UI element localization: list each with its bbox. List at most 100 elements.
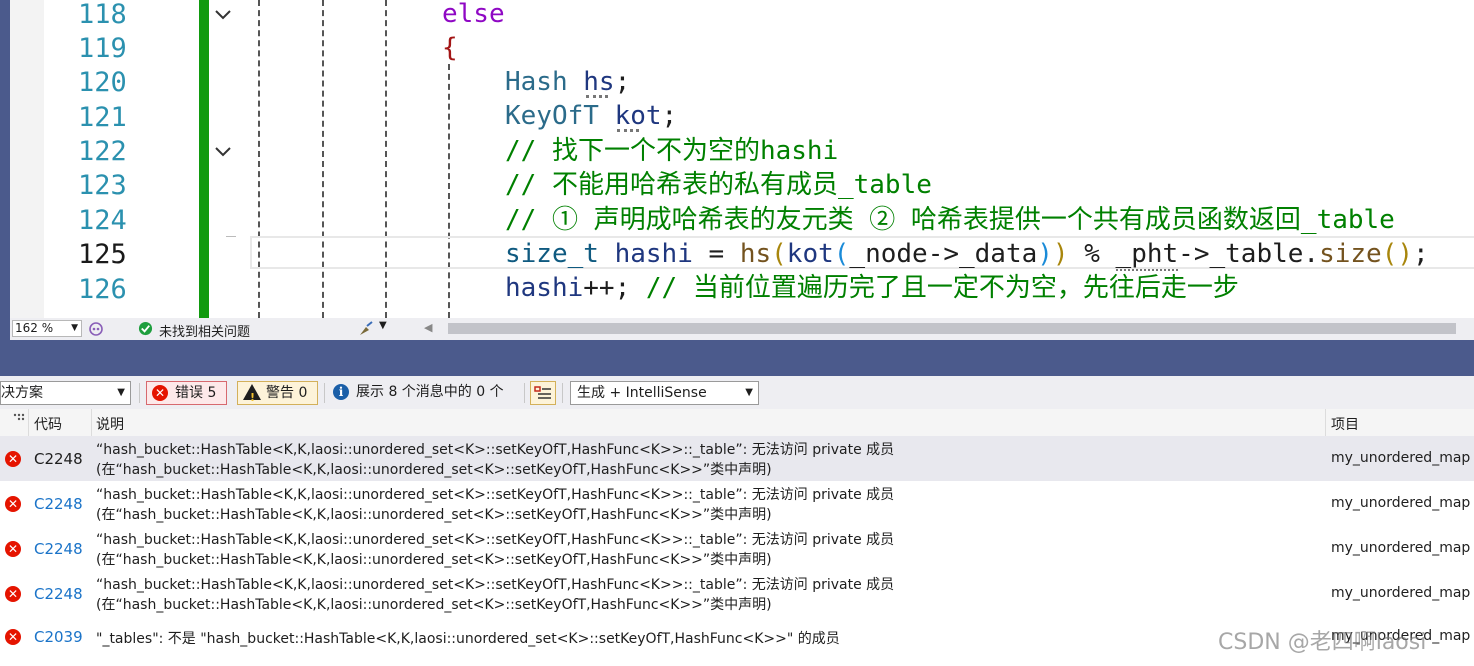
line-number: 124 xyxy=(78,205,127,236)
suggestion-dots xyxy=(586,91,608,98)
error-description: “hash_bucket::HashTable<K,K,laosi::unord… xyxy=(96,530,894,570)
code-line-122[interactable]: // 找下一个不为空的hashi xyxy=(505,134,838,168)
operator: ++; xyxy=(583,273,646,303)
paren: ) xyxy=(1052,239,1069,269)
filter-toggle-button[interactable] xyxy=(530,381,556,405)
table-row[interactable]: ✕ C2248 “hash_bucket::HashTable<K,K,laos… xyxy=(0,481,1474,526)
line-number: 118 xyxy=(78,0,127,30)
column-separator[interactable] xyxy=(28,409,29,436)
error-code-link[interactable]: C2248 xyxy=(34,495,83,513)
indent-guide xyxy=(448,64,450,318)
line-number: 119 xyxy=(78,33,127,64)
zoom-level-dropdown[interactable]: 162 % ▼ xyxy=(12,320,82,337)
zoom-value: 162 % xyxy=(15,321,54,335)
operator: = xyxy=(692,239,740,269)
column-options-icon[interactable] xyxy=(13,413,25,423)
code-line-118[interactable]: else xyxy=(442,0,505,31)
messages-filter-button[interactable]: i 展示 8 个消息中的 0 个 xyxy=(330,381,520,405)
code-editor[interactable]: 118 119 120 121 122 123 124 125 126 else… xyxy=(0,0,1474,318)
error-icon: ✕ xyxy=(152,385,168,401)
table-row[interactable]: ✕ C2248 “hash_bucket::HashTable<K,K,laos… xyxy=(0,526,1474,571)
errors-count: 错误 5 xyxy=(175,385,217,401)
description-line: “hash_bucket::HashTable<K,K,laosi::unord… xyxy=(96,487,895,503)
error-project: my_unordered_map xyxy=(1331,585,1471,601)
line-number: 121 xyxy=(78,102,127,133)
line-number: 123 xyxy=(78,170,127,201)
code-line-123[interactable]: // 不能用哈希表的私有成员_table xyxy=(505,168,932,202)
function-call: hs xyxy=(739,239,772,269)
comment: // 当前位置遍历完了且一定不为空，先往后走一步 xyxy=(645,273,1239,303)
column-separator[interactable] xyxy=(91,409,92,436)
line-number: 122 xyxy=(78,136,127,167)
description-line: “hash_bucket::HashTable<K,K,laosi::unord… xyxy=(96,577,895,593)
warnings-count: 警告 0 xyxy=(266,385,308,401)
toolbar-separator xyxy=(324,383,325,403)
description-line: (在“hash_bucket::HashTable<K,K,laosi::uno… xyxy=(96,507,772,523)
variable: hashi xyxy=(505,273,584,303)
copilot-icon[interactable] xyxy=(88,321,104,337)
errors-filter-button[interactable]: ✕ 错误 5 xyxy=(146,381,227,405)
horizontal-scrollbar[interactable] xyxy=(448,323,1456,334)
error-project: my_unordered_map xyxy=(1331,495,1471,511)
type-name: KeyOfT xyxy=(505,101,599,131)
error-code-link[interactable]: C2039 xyxy=(34,628,83,646)
fold-chevron-icon[interactable] xyxy=(213,4,233,24)
watermark: CSDN @老四啊laosi xyxy=(1218,630,1427,655)
warning-icon: ! xyxy=(243,384,261,404)
scope-dropdown[interactable]: 决方案 ▼ xyxy=(0,381,131,405)
error-description: “hash_bucket::HashTable<K,K,laosi::unord… xyxy=(96,485,894,525)
column-header-project[interactable]: 项目 xyxy=(1331,414,1359,434)
build-source-dropdown[interactable]: 生成 + IntelliSense ▼ xyxy=(570,381,759,405)
error-description: "_tables": 不是 "hash_bucket::HashTable<K,… xyxy=(96,629,840,649)
table-row[interactable]: ✕ C2248 “hash_bucket::HashTable<K,K,laos… xyxy=(0,436,1474,481)
table-row[interactable]: ✕ C2248 “hash_bucket::HashTable<K,K,laos… xyxy=(0,571,1474,616)
code-line-124[interactable]: // ① 声明成哈希表的友元类 ② 哈希表提供一个共有成员函数返回_table xyxy=(505,203,1395,237)
code-cleanup-brush-icon[interactable] xyxy=(357,321,375,337)
description-line: (在“hash_bucket::HashTable<K,K,laosi::uno… xyxy=(96,597,772,613)
error-icon: ✕ xyxy=(5,541,21,557)
error-code-link[interactable]: C2248 xyxy=(34,540,83,558)
description-line: “hash_bucket::HashTable<K,K,laosi::unord… xyxy=(96,442,895,458)
error-icon: ✕ xyxy=(5,586,21,602)
indent-guide xyxy=(385,0,387,318)
messages-count: 展示 8 个消息中的 0 个 xyxy=(356,384,504,400)
suggestion-dots xyxy=(617,125,639,132)
error-list-toolbar: 决方案 ▼ ✕ 错误 5 ! 警告 0 i 展示 8 个消息中的 0 个 生成 + In… xyxy=(0,376,1474,409)
error-code-link[interactable]: C2248 xyxy=(34,585,83,603)
editor-status-bar: 162 % ▼ 未找到相关问题 ▼ ◀ xyxy=(10,318,1474,340)
toolbar-separator xyxy=(524,383,525,403)
column-header-description[interactable]: 说明 xyxy=(96,414,124,434)
paren: ( xyxy=(833,239,850,269)
issues-status-text[interactable]: 未找到相关问题 xyxy=(159,321,250,340)
type-name: size_t xyxy=(505,239,599,269)
paren: ) xyxy=(1037,239,1053,269)
dropdown-arrow-icon[interactable]: ▼ xyxy=(379,320,387,331)
code-line-125[interactable]: size_t hashi = hs(kot(_node->_data)) % _… xyxy=(505,237,1429,271)
code-line-120[interactable]: Hash hs; xyxy=(505,65,630,99)
column-separator[interactable] xyxy=(1325,409,1326,436)
code-line-121[interactable]: KeyOfT kot; xyxy=(505,99,677,133)
fold-chevron-icon[interactable] xyxy=(213,141,233,161)
dropdown-arrow-icon: ▼ xyxy=(117,387,125,398)
error-icon: ✕ xyxy=(5,496,21,512)
column-header-code[interactable]: 代码 xyxy=(34,414,62,434)
error-description: “hash_bucket::HashTable<K,K,laosi::unord… xyxy=(96,440,894,480)
dropdown-arrow-icon: ▼ xyxy=(745,387,753,398)
description-line: (在“hash_bucket::HashTable<K,K,laosi::uno… xyxy=(96,462,772,478)
error-code[interactable]: C2248 xyxy=(34,450,83,468)
panel-splitter[interactable] xyxy=(0,340,1474,376)
function-call: size xyxy=(1319,239,1382,269)
warnings-filter-button[interactable]: ! 警告 0 xyxy=(237,381,318,405)
code-line-126[interactable]: hashi++; // 当前位置遍历完了且一定不为空，先往后走一步 xyxy=(505,271,1239,305)
punct: ; xyxy=(661,101,678,131)
dropdown-arrow-icon: ▼ xyxy=(71,323,78,333)
argument: _node->_data xyxy=(849,239,1038,269)
member-access: ->_table. xyxy=(1178,239,1320,269)
punct: ; xyxy=(1413,239,1429,269)
scroll-left-arrow-icon[interactable]: ◀ xyxy=(424,321,432,334)
line-number: 126 xyxy=(78,274,127,305)
error-icon: ✕ xyxy=(5,629,21,645)
code-line-119[interactable]: { xyxy=(442,31,458,65)
variable: kot xyxy=(786,239,834,269)
toolbar-separator xyxy=(562,383,563,403)
